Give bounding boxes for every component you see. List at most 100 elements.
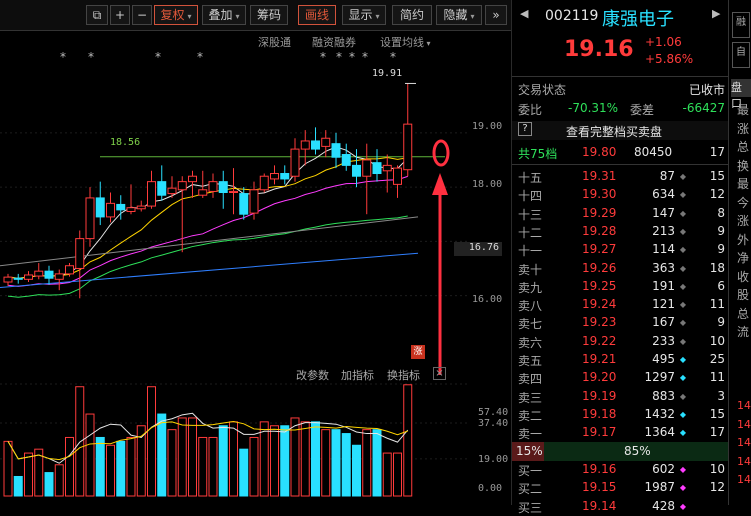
volume-bar bbox=[126, 436, 136, 497]
level-label: 卖十 bbox=[518, 262, 543, 277]
display-label: 显示 bbox=[348, 8, 373, 22]
zoom-in-button[interactable]: + bbox=[110, 5, 130, 25]
candle-body bbox=[44, 270, 54, 279]
volume-bar bbox=[13, 475, 23, 497]
volume-bar bbox=[331, 429, 341, 497]
level-volume: 167 bbox=[652, 315, 675, 330]
ask-level-row[interactable]: 十二 19.28 213 ◆ 9 bbox=[512, 222, 729, 241]
ask-level-row[interactable]: 卖五 19.21 495 ◆ 25 bbox=[512, 350, 729, 369]
price-tick-18: 18.00 bbox=[472, 179, 503, 190]
ask-level-row[interactable]: 十三 19.29 147 ◆ 8 bbox=[512, 204, 729, 223]
volume-bar bbox=[3, 440, 13, 497]
level-price: 19.20 bbox=[582, 370, 617, 385]
candle-body bbox=[95, 197, 105, 218]
kline-chart-pane[interactable]: ⧉ + − 复权 叠加 筹码 画线 显示 简约 隐藏 » 深股通 融资融券 设置… bbox=[0, 0, 511, 505]
event-marker: * bbox=[88, 50, 94, 64]
volume-bar bbox=[280, 425, 290, 497]
zoom-out-button[interactable]: − bbox=[132, 5, 152, 25]
ask-level-row[interactable]: 十四 19.30 634 ◆ 12 bbox=[512, 185, 729, 204]
scroll-down-icon[interactable]: ▶ bbox=[712, 7, 720, 20]
level-marker-icon: ◆ bbox=[679, 281, 686, 291]
ask-level-row[interactable]: 卖六 19.22 233 ◆ 10 bbox=[512, 332, 729, 351]
scroll-up-icon[interactable]: ◀ bbox=[520, 7, 528, 20]
ask-level-row[interactable]: 卖四 19.20 1297 ◆ 11 bbox=[512, 368, 729, 387]
tab-switch-indicator[interactable]: 换指标 bbox=[387, 367, 420, 383]
ask-level-row[interactable]: 十五 19.31 87 ◆ 15 bbox=[512, 167, 729, 186]
level-count: 15 bbox=[709, 406, 725, 421]
level-volume: 121 bbox=[652, 297, 675, 312]
total-levels-price: 19.80 bbox=[582, 145, 617, 159]
ask-level-row[interactable]: 卖一 19.17 1364 ◆ 17 bbox=[512, 423, 729, 442]
level-label: 十一 bbox=[518, 244, 543, 259]
ask-level-row[interactable]: 卖七 19.23 167 ◆ 9 bbox=[512, 313, 729, 332]
help-icon: ? bbox=[518, 122, 532, 136]
level-price: 19.31 bbox=[582, 169, 617, 183]
bid-level-row[interactable]: 买一 19.16 602 ◆ 10 bbox=[512, 460, 729, 479]
ask-level-row[interactable]: 十一 19.27 114 ◆ 9 bbox=[512, 240, 729, 259]
candle-body bbox=[75, 238, 85, 269]
level-marker-icon: ◆ bbox=[679, 190, 686, 200]
level-price: 19.30 bbox=[582, 187, 617, 202]
simple-mode-button[interactable]: 简约 bbox=[392, 5, 432, 25]
level-marker-icon: ◆ bbox=[679, 245, 686, 255]
level-volume: 363 bbox=[652, 260, 675, 275]
draw-line-button[interactable]: 画线 bbox=[298, 5, 336, 25]
candle-body bbox=[24, 274, 33, 280]
volume-bar bbox=[208, 436, 218, 497]
candle-body bbox=[311, 140, 320, 150]
ask-level-row[interactable]: 卖十 19.26 363 ◆ 18 bbox=[512, 259, 729, 278]
bid-level-row[interactable]: 买二 19.15 1987 ◆ 12 bbox=[512, 478, 729, 497]
hide-dropdown[interactable]: 隐藏 bbox=[436, 5, 482, 25]
overlay-dropdown[interactable]: 叠加 bbox=[202, 5, 246, 25]
side-label: 最 bbox=[737, 177, 750, 191]
adjust-price-dropdown[interactable]: 复权 bbox=[154, 5, 198, 25]
display-dropdown[interactable]: 显示 bbox=[342, 5, 386, 25]
bid-level-row[interactable]: 买三 19.14 428 ◆ bbox=[512, 497, 729, 516]
level-volume: 602 bbox=[652, 462, 675, 476]
ask-level-row[interactable]: 卖九 19.25 191 ◆ 6 bbox=[512, 277, 729, 296]
ratio-sell-pct: 15% bbox=[516, 444, 543, 458]
order-ratio-row: 委比 -70.31% 委差 -66427 bbox=[512, 99, 729, 118]
ask-level-row[interactable]: 卖三 19.19 883 ◆ 3 bbox=[512, 387, 729, 406]
chips-button[interactable]: 筹码 bbox=[250, 5, 288, 25]
restore-window-icon[interactable]: ⧉ bbox=[86, 5, 108, 25]
buy-sell-ratio-row: 15% 85% bbox=[512, 442, 729, 461]
ask-level-row[interactable]: 卖八 19.24 121 ◆ 11 bbox=[512, 295, 729, 314]
full-book-row[interactable]: ? 查看完整档买卖盘 bbox=[512, 121, 729, 140]
level-count: 11 bbox=[709, 297, 725, 312]
volume-bar bbox=[321, 429, 331, 497]
level-price: 19.18 bbox=[582, 406, 617, 421]
level-marker-icon: ◆ bbox=[679, 428, 686, 438]
volume-bar bbox=[218, 425, 228, 497]
volume-bar bbox=[177, 417, 187, 497]
more-icon[interactable]: » bbox=[485, 5, 507, 25]
candle-body bbox=[147, 181, 156, 207]
event-marker: * bbox=[336, 50, 342, 64]
candle-body bbox=[136, 205, 146, 210]
level-count: 11 bbox=[709, 370, 725, 385]
candle-body bbox=[352, 164, 361, 177]
volume-bar bbox=[65, 436, 74, 497]
ask-level-row[interactable]: 卖二 19.18 1432 ◆ 15 bbox=[512, 405, 729, 424]
level-count: 6 bbox=[717, 278, 725, 293]
level-price: 19.19 bbox=[582, 388, 617, 403]
close-indicator-icon[interactable]: × bbox=[433, 367, 446, 380]
volume-bar bbox=[54, 464, 64, 497]
level-label: 卖九 bbox=[518, 280, 543, 295]
side-button-1[interactable]: 融 bbox=[732, 12, 750, 38]
candle-body bbox=[229, 190, 238, 193]
candle-body bbox=[259, 175, 269, 191]
tab-change-params[interactable]: 改参数 bbox=[296, 367, 329, 383]
level-volume: 147 bbox=[652, 205, 675, 220]
tab-handicap[interactable]: 盘口 bbox=[731, 79, 751, 110]
stock-code: 002119 bbox=[545, 8, 599, 24]
price-change: +1.06 bbox=[645, 35, 682, 49]
level-price: 19.16 bbox=[582, 462, 617, 476]
vol-tick-3: 0.00 bbox=[478, 483, 503, 494]
side-info-strip: 融 自 盘口 最涨总换最今涨外净收股总流 14 14 14 14 14 bbox=[728, 0, 751, 505]
volume-bar bbox=[229, 421, 238, 497]
candle-body bbox=[85, 197, 95, 240]
candle-body bbox=[280, 173, 290, 180]
tab-add-indicator[interactable]: 加指标 bbox=[341, 367, 374, 383]
side-button-2[interactable]: 自 bbox=[732, 42, 750, 68]
